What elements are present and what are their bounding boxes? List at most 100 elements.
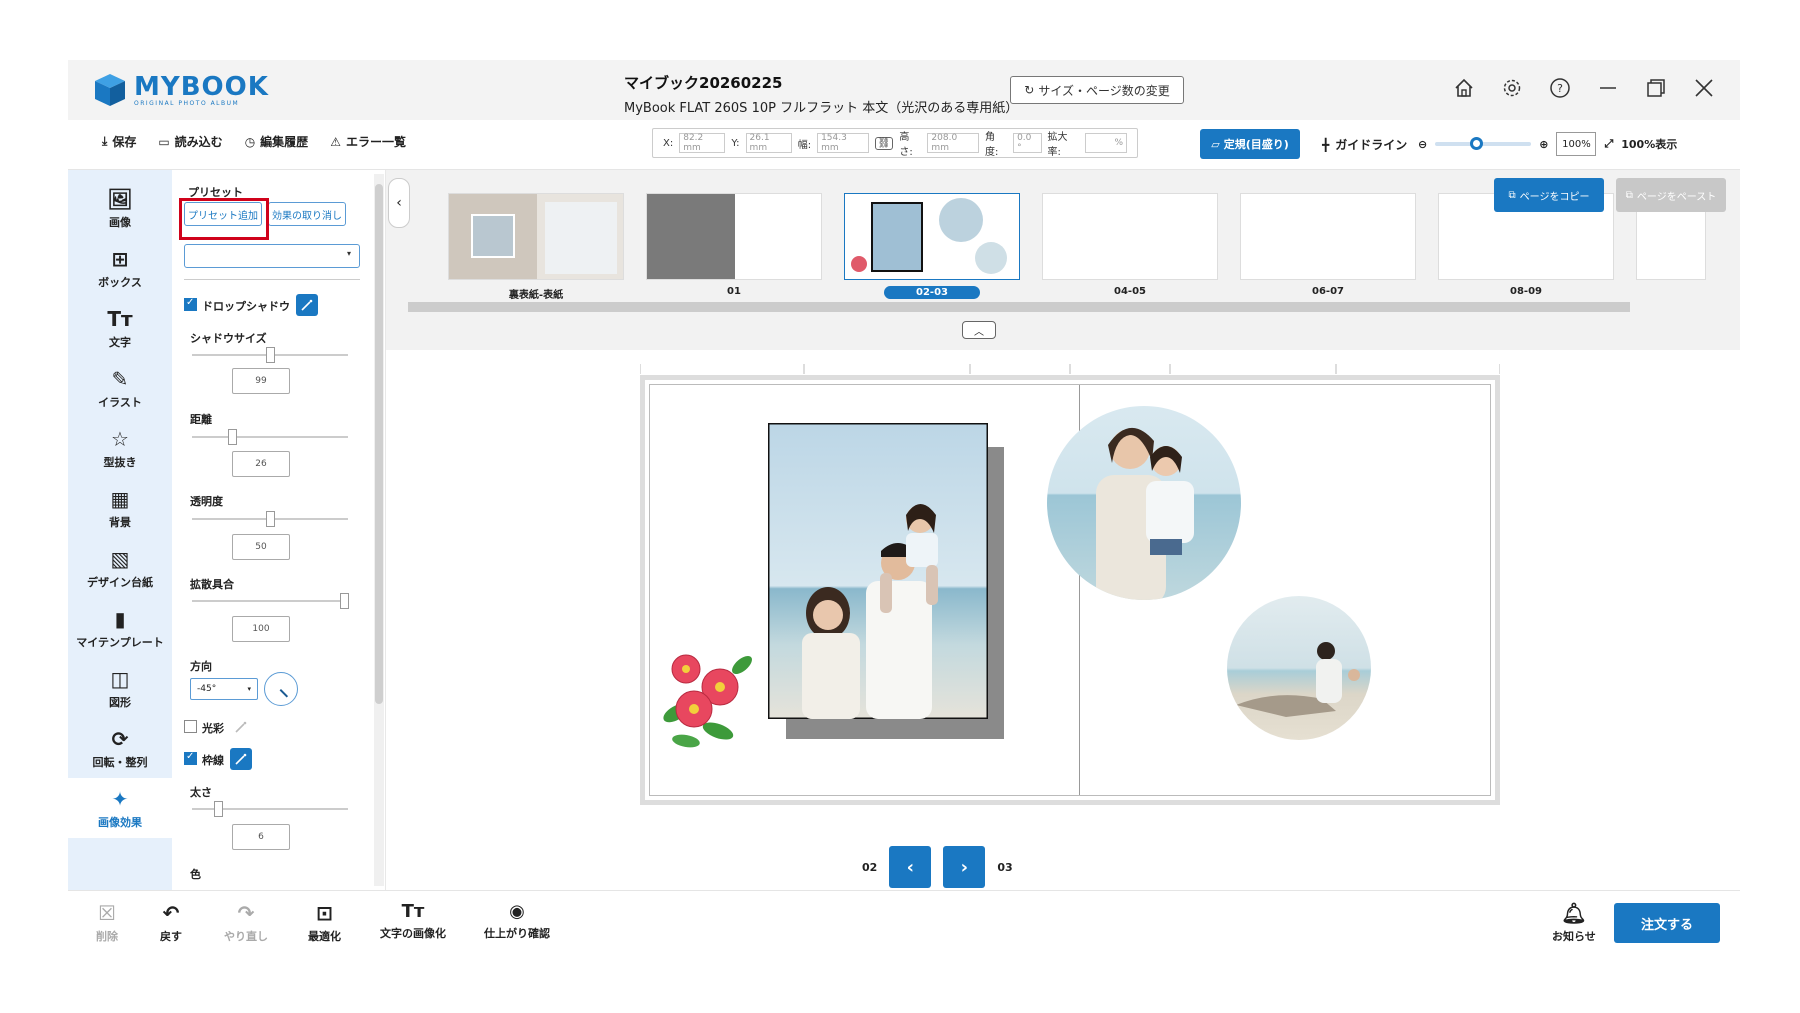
size-page-change-button[interactable]: ↻ サイズ・ページ数の変更	[1010, 76, 1184, 104]
rail-item-1[interactable]: ⊞ ボックス	[68, 238, 172, 298]
panel-scrollbar[interactable]	[374, 174, 384, 886]
tool-rail: 🖼︎ 画像 ⊞ ボックス Tт 文字 ✎ イラスト ☆ 型抜き ▦ 背景 ▧ デザイン台紙 ▮ マイテンプレー…	[68, 170, 172, 890]
circle-photo-mother-daughter[interactable]	[1046, 405, 1242, 601]
zoom-in-icon[interactable]: ⊕	[1539, 138, 1548, 151]
preview-button[interactable]: ◉ 仕上がり確認	[484, 901, 550, 941]
rail-item-8[interactable]: ◫ 図形	[68, 658, 172, 718]
paste-page-button[interactable]: ⧉ ページをペースト	[1616, 178, 1726, 212]
border-checkbox[interactable]	[184, 751, 197, 765]
drop-shadow-wand-icon[interactable]	[296, 294, 318, 316]
chevron-left-icon: ‹	[906, 856, 915, 878]
rail-item-4[interactable]: ☆ 型抜き	[68, 418, 172, 478]
opacity-slider[interactable]	[192, 511, 348, 527]
glow-checkbox[interactable]	[184, 720, 197, 733]
expand-strip-button[interactable]: ︿	[962, 321, 996, 339]
thumbnail-page-02-03[interactable]	[844, 193, 1020, 280]
order-button[interactable]: 注文する	[1614, 903, 1720, 943]
rail-item-10[interactable]: ✦ 画像効果	[68, 778, 172, 838]
close-icon[interactable]	[1690, 74, 1718, 102]
save-button[interactable]: ⤓ 保存	[102, 133, 136, 150]
zoom-slider[interactable]	[1435, 137, 1532, 150]
rail-item-0[interactable]: 🖼︎ 画像	[68, 178, 172, 238]
camellia-illustration[interactable]	[656, 643, 766, 753]
help-icon[interactable]: ?	[1546, 74, 1574, 102]
notice-button[interactable]: 🔔︎ お知らせ	[1552, 901, 1596, 944]
fit-expand-icon[interactable]: ⤢	[1604, 137, 1613, 151]
shadow-size-slider-knob[interactable]	[266, 347, 275, 363]
circle-photo-father-beach[interactable]	[1226, 595, 1372, 741]
error-list-button[interactable]: ⚠ エラー一覧	[330, 133, 406, 150]
text-to-image-button[interactable]: Tт 文字の画像化	[380, 901, 446, 941]
thumbnail-page-06-07[interactable]	[1240, 193, 1416, 280]
redo-button[interactable]: ↷ やり直し	[224, 901, 268, 944]
home-icon[interactable]	[1450, 74, 1478, 102]
zoom-slider-knob[interactable]	[1469, 137, 1483, 150]
distance-slider[interactable]	[192, 429, 348, 445]
guideline-button[interactable]: ╋ ガイドライン	[1322, 136, 1407, 153]
minimize-icon[interactable]	[1594, 74, 1622, 102]
page-spread[interactable]	[640, 375, 1500, 805]
blur-field[interactable]: 100	[232, 616, 290, 642]
family-photo-frame[interactable]	[768, 423, 988, 719]
thumbnail-page-04-05[interactable]	[1042, 193, 1218, 280]
zoom-field[interactable]: 100%	[1556, 132, 1597, 156]
thickness-field[interactable]: 6	[232, 824, 290, 850]
distance-slider-knob[interactable]	[228, 429, 237, 445]
zoom-out-icon[interactable]: ⊖	[1418, 138, 1427, 151]
product-spec: MyBook FLAT 260S 10P フルフラット 本文（光沢のある専用紙）	[624, 101, 1019, 116]
y-field[interactable]: 26.1 mm	[745, 133, 792, 153]
rail-item-label: イラスト	[98, 395, 142, 409]
rail-item-9[interactable]: ⟳ 回転・整列	[68, 718, 172, 778]
drop-shadow-checkbox[interactable]	[184, 297, 197, 311]
angle-field[interactable]: 0.0 °	[1013, 133, 1042, 153]
history-button[interactable]: ◷ 編集履歴	[245, 133, 309, 150]
collapse-panel-button[interactable]: ‹	[388, 178, 410, 228]
border-wand-icon[interactable]	[230, 748, 252, 770]
scale-field[interactable]: %	[1085, 133, 1127, 153]
thickness-slider[interactable]	[192, 801, 348, 817]
rail-item-label: 画像効果	[98, 815, 142, 829]
rail-item-5[interactable]: ▦ 背景	[68, 478, 172, 538]
opacity-field[interactable]: 50	[232, 534, 290, 560]
save-label: 保存	[112, 135, 137, 149]
preset-select[interactable]: ▾	[184, 244, 360, 268]
glow-wand-icon[interactable]	[230, 716, 252, 738]
thumbnail-page-01[interactable]	[646, 193, 822, 280]
x-field[interactable]: 82.2 mm	[679, 133, 726, 153]
link-icon[interactable]: ⛓	[874, 136, 894, 150]
blur-slider-knob[interactable]	[340, 593, 349, 609]
rail-item-7[interactable]: ▮ マイテンプレート	[68, 598, 172, 658]
fit-100-label[interactable]: 100%表示	[1621, 136, 1677, 152]
ruler-toggle-button[interactable]: ▱ 定規(目盛り)	[1200, 129, 1300, 159]
rail-item-6[interactable]: ▧ デザイン台紙	[68, 538, 172, 598]
direction-select[interactable]: -45° ▾	[190, 678, 258, 700]
undo-button[interactable]: ↶ 戻す	[160, 901, 182, 944]
distance-field[interactable]: 26	[232, 451, 290, 477]
settings-gear-icon[interactable]	[1498, 74, 1526, 102]
width-field[interactable]: 154.3 mm	[817, 133, 869, 153]
next-page-button[interactable]: ›	[943, 846, 986, 888]
shadow-size-slider[interactable]	[192, 347, 348, 363]
opacity-slider-knob[interactable]	[266, 511, 275, 527]
effect-undo-button[interactable]: 効果の取り消し	[268, 202, 346, 226]
size-page-change-label: サイズ・ページ数の変更	[1038, 83, 1170, 98]
restore-icon[interactable]	[1642, 74, 1670, 102]
optimize-button[interactable]: ⊡ 最適化	[308, 901, 341, 944]
height-field[interactable]: 208.0 mm	[927, 133, 979, 153]
previous-page-button[interactable]: ‹	[889, 846, 932, 888]
copy-page-button[interactable]: ⧉ ページをコピー	[1494, 178, 1604, 212]
direction-dial[interactable]	[264, 672, 298, 706]
thumbnail-cover[interactable]	[448, 193, 624, 280]
load-button[interactable]: ▭ 読み込む	[158, 133, 222, 150]
shadow-size-field[interactable]: 99	[232, 368, 290, 394]
thickness-label: 太さ	[190, 786, 212, 799]
delete-button[interactable]: ☒ 削除	[96, 901, 118, 944]
glow-label: 光彩	[202, 722, 224, 735]
blur-slider[interactable]	[192, 593, 349, 609]
ruler-label: 定規(目盛り)	[1223, 138, 1289, 151]
rail-item-3[interactable]: ✎ イラスト	[68, 358, 172, 418]
panel-scrollbar-thumb[interactable]	[375, 184, 383, 704]
rail-item-2[interactable]: Tт 文字	[68, 298, 172, 358]
strip-scrollbar[interactable]	[408, 302, 1630, 312]
thickness-slider-knob[interactable]	[214, 801, 223, 817]
